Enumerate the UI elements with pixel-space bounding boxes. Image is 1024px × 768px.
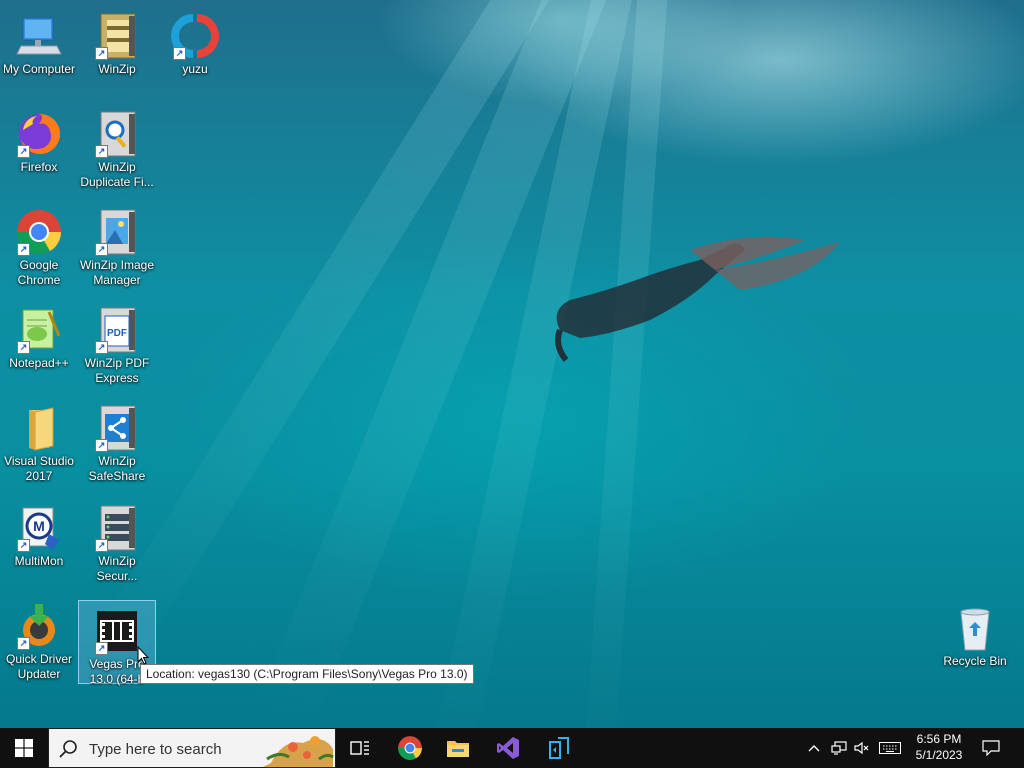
desktop-icon-firefox[interactable]: ↗ Firefox [0, 104, 78, 200]
winzip-secure-icon: ↗ [93, 504, 141, 552]
desktop-icon-label: WinZip SafeShare [88, 454, 146, 483]
wallpaper-swimmer [555, 236, 840, 362]
desktop-icon-quick-driver-updater[interactable]: ↗ Quick Driver Updater [0, 596, 78, 692]
taskbar: Type here to search 6:56 PM 5/1/2023 [0, 728, 1024, 768]
desktop-icon-label: Firefox [20, 160, 58, 174]
search-box[interactable]: Type here to search [48, 728, 336, 768]
svg-text:PDF: PDF [107, 328, 127, 339]
shortcut-arrow-icon: ↗ [17, 145, 30, 158]
start-button[interactable] [0, 728, 48, 768]
task-view-icon [350, 741, 369, 755]
desktop-icon-label: WinZip Duplicate Fi... [80, 160, 154, 189]
desktop-icon-label: WinZip PDF Express [84, 356, 150, 385]
desktop-icon-google-chrome[interactable]: ↗ Google Chrome [0, 202, 78, 298]
taskbar-visual-studio-button[interactable] [484, 728, 532, 768]
shortcut-arrow-icon: ↗ [95, 341, 108, 354]
firefox-icon: ↗ [15, 110, 63, 158]
shortcut-arrow-icon: ↗ [17, 539, 30, 552]
yuzu-icon: ↗ [171, 12, 219, 60]
computer-icon [15, 12, 63, 60]
shortcut-arrow-icon: ↗ [17, 637, 30, 650]
mouse-cursor-icon [137, 646, 149, 665]
shortcut-arrow-icon: ↗ [95, 243, 108, 256]
desktop[interactable]: My Computer ↗ Firefox ↗ Google Chrome ↗ … [0, 0, 1024, 728]
search-highlight-decoration [263, 736, 334, 767]
search-icon [59, 740, 77, 758]
taskbar-vs-installer-button[interactable] [534, 728, 582, 768]
desktop-icon-label: Visual Studio 2017 [4, 454, 74, 483]
action-center-icon [982, 740, 1000, 756]
desktop-icon-label: yuzu [182, 62, 208, 76]
clock-date: 5/1/2023 [915, 748, 963, 762]
search-placeholder: Type here to search [89, 741, 222, 758]
network-icon [831, 741, 847, 755]
winzip-safeshare-icon: ↗ [93, 404, 141, 452]
chevron-up-icon [808, 745, 820, 752]
notepadpp-icon: ↗ [15, 306, 63, 354]
file-explorer-icon [447, 741, 469, 757]
multimon-icon: M ↗ [15, 504, 63, 552]
visual-studio-icon [497, 737, 519, 759]
shortcut-arrow-icon: ↗ [95, 642, 108, 655]
winzip-icon: ↗ [93, 12, 141, 60]
desktop-icon-winzip-pdf-express[interactable]: PDF ↗ WinZip PDF Express [78, 300, 156, 396]
desktop-icon-visual-studio-2017[interactable]: Visual Studio 2017 [0, 398, 78, 494]
desktop-icon-winzip-image-manager[interactable]: ↗ WinZip Image Manager [78, 202, 156, 298]
shortcut-arrow-icon: ↗ [17, 243, 30, 256]
touch-keyboard-button[interactable] [876, 728, 904, 768]
desktop-icon-label: Recycle Bin [943, 654, 1007, 668]
shortcut-arrow-icon: ↗ [173, 47, 186, 60]
desktop-icon-winzip[interactable]: ↗ WinZip [78, 6, 156, 102]
task-view-button[interactable] [336, 728, 384, 768]
network-button[interactable] [828, 728, 850, 768]
folder-icon [15, 404, 63, 452]
desktop-icon-label: Google Chrome [17, 258, 61, 287]
desktop-icon-label: Quick Driver Updater [5, 652, 72, 681]
svg-text:M: M [33, 518, 45, 534]
vegas-icon: ↗ [93, 607, 141, 655]
vs-installer-icon [549, 737, 569, 759]
windows-logo-icon [15, 739, 33, 757]
tray-overflow-button[interactable] [804, 728, 824, 768]
winzip-duplicate-icon: ↗ [93, 110, 141, 158]
desktop-icon-label: MultiMon [14, 554, 64, 568]
shortcut-arrow-icon: ↗ [95, 47, 108, 60]
desktop-icon-yuzu[interactable]: ↗ yuzu [156, 6, 234, 102]
desktop-icon-multimon[interactable]: M ↗ MultiMon [0, 498, 78, 594]
clock-time: 6:56 PM [916, 732, 962, 746]
desktop-icon-recycle-bin[interactable]: Recycle Bin [936, 598, 1014, 694]
volume-muted-icon [854, 741, 869, 755]
desktop-icon-my-computer[interactable]: My Computer [0, 6, 78, 102]
desktop-icon-winzip-safeshare[interactable]: ↗ WinZip SafeShare [78, 398, 156, 494]
clock[interactable]: 6:56 PM 5/1/2023 [904, 731, 974, 763]
recycle-bin-icon [951, 604, 999, 652]
desktop-icon-notepadpp[interactable]: ↗ Notepad++ [0, 300, 78, 396]
shortcut-arrow-icon: ↗ [95, 439, 108, 452]
driver-updater-icon: ↗ [15, 602, 63, 650]
winzip-pdf-icon: PDF ↗ [93, 306, 141, 354]
taskbar-chrome-button[interactable] [386, 728, 434, 768]
desktop-icon-label: WinZip Secur... [96, 554, 138, 583]
keyboard-icon [879, 742, 901, 754]
desktop-icon-winzip-secure[interactable]: ↗ WinZip Secur... [78, 498, 156, 594]
volume-button[interactable] [852, 728, 872, 768]
desktop-icon-label: WinZip Image Manager [79, 258, 155, 287]
winzip-image-icon: ↗ [93, 208, 141, 256]
tooltip: Location: vegas130 (C:\Program Files\Son… [140, 664, 474, 684]
taskbar-file-explorer-button[interactable] [434, 728, 482, 768]
shortcut-arrow-icon: ↗ [95, 145, 108, 158]
shortcut-arrow-icon: ↗ [17, 341, 30, 354]
action-center-button[interactable] [976, 728, 1006, 768]
desktop-icon-label: WinZip [98, 62, 136, 76]
shortcut-arrow-icon: ↗ [95, 539, 108, 552]
desktop-icon-winzip-duplicate-finder[interactable]: ↗ WinZip Duplicate Fi... [78, 104, 156, 200]
desktop-icon-label: Notepad++ [9, 356, 69, 370]
desktop-icon-label: My Computer [2, 62, 76, 76]
chrome-icon: ↗ [15, 208, 63, 256]
chrome-icon [398, 736, 422, 760]
